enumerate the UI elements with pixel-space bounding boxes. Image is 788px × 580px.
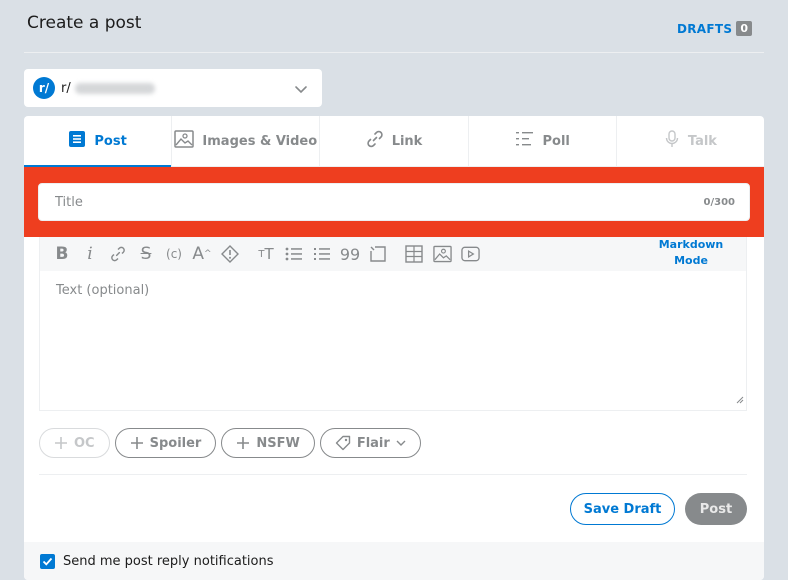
flair-label: Flair: [356, 435, 390, 451]
title-character-counter: 0/300: [703, 197, 735, 208]
tab-label: Poll: [542, 133, 570, 149]
oc-label: OC: [74, 435, 95, 451]
italic-icon[interactable]: i: [76, 240, 104, 268]
drafts-label: DRAFTS: [677, 21, 733, 36]
save-draft-button[interactable]: Save Draft: [570, 493, 675, 525]
notification-footer: Send me post reply notifications: [24, 542, 764, 580]
table-icon[interactable]: [400, 240, 428, 268]
video-icon[interactable]: [456, 240, 484, 268]
text-editor: B i S (c) A ^ TT 99 Markdown Mode Text (…: [39, 237, 747, 411]
chevron-down-icon[interactable]: [294, 81, 308, 100]
resize-handle-icon[interactable]: [736, 389, 744, 408]
bulleted-list-icon[interactable]: [280, 240, 308, 268]
formatting-toolbar: B i S (c) A ^ TT 99 Markdown Mode: [40, 237, 746, 271]
markdown-mode-toggle[interactable]: Markdown Mode: [656, 237, 726, 269]
plus-icon: [55, 437, 67, 449]
image-icon: [174, 130, 195, 152]
tab-label: Post: [94, 133, 127, 149]
spoiler-icon[interactable]: [216, 240, 244, 268]
chevron-down-icon: [396, 440, 406, 446]
bold-icon[interactable]: B: [48, 240, 76, 268]
flair-button[interactable]: Flair: [319, 428, 421, 458]
tab-post[interactable]: Post: [24, 116, 173, 167]
drafts-count-badge: 0: [736, 21, 752, 36]
tab-label: Talk: [687, 133, 717, 149]
community-prefix: r/: [61, 80, 71, 96]
superscript-icon[interactable]: A ^: [188, 240, 216, 268]
oc-button[interactable]: OC: [39, 428, 110, 458]
spoiler-button[interactable]: Spoiler: [114, 428, 217, 458]
title-highlight-box: 0/300: [24, 167, 764, 237]
link-icon: [366, 130, 384, 152]
tab-poll[interactable]: Poll: [469, 116, 617, 166]
tab-link[interactable]: Link: [320, 116, 469, 166]
tab-talk[interactable]: Talk: [617, 116, 764, 166]
notify-label: Send me post reply notifications: [63, 553, 274, 569]
microphone-icon: [664, 130, 680, 152]
spoiler-label: Spoiler: [149, 435, 202, 451]
drafts-button[interactable]: DRAFTS 0: [677, 21, 752, 36]
numbered-list-icon[interactable]: [308, 240, 336, 268]
tab-images-video[interactable]: Images & Video: [172, 116, 321, 166]
checkmark-icon: [42, 557, 53, 566]
code-block-icon[interactable]: [364, 240, 392, 268]
document-icon: [68, 130, 86, 152]
heading-icon[interactable]: TT: [252, 240, 280, 268]
strikethrough-icon[interactable]: S: [132, 240, 160, 268]
tab-label: Images & Video: [202, 133, 318, 149]
post-type-tabs: Post Images & Video Link Poll Talk: [24, 116, 764, 167]
plus-icon: [237, 437, 250, 449]
community-selector[interactable]: r/ r/: [24, 69, 322, 107]
plus-icon: [130, 437, 143, 449]
nsfw-button[interactable]: NSFW: [221, 428, 315, 458]
nsfw-label: NSFW: [256, 435, 300, 451]
tab-label: Link: [391, 133, 423, 149]
link-icon[interactable]: [104, 240, 132, 268]
post-button[interactable]: Post: [685, 493, 747, 525]
actions-divider: [39, 474, 747, 475]
community-name-redacted: [74, 82, 155, 94]
notify-checkbox[interactable]: [40, 553, 55, 569]
community-icon: r/: [33, 77, 55, 99]
poll-icon: [515, 130, 535, 152]
page-title: Create a post: [27, 13, 142, 33]
quote-icon[interactable]: 99: [336, 240, 364, 268]
image-icon[interactable]: [428, 240, 456, 268]
post-flags: OC Spoiler NSFW Flair: [39, 428, 421, 458]
post-composer: Post Images & Video Link Poll Talk Title…: [24, 116, 764, 580]
title-input[interactable]: [38, 183, 750, 221]
tag-icon: [335, 435, 351, 451]
header-divider: [24, 52, 764, 53]
inline-code-icon[interactable]: (c): [160, 240, 188, 268]
body-text-field[interactable]: Text (optional): [56, 283, 149, 298]
